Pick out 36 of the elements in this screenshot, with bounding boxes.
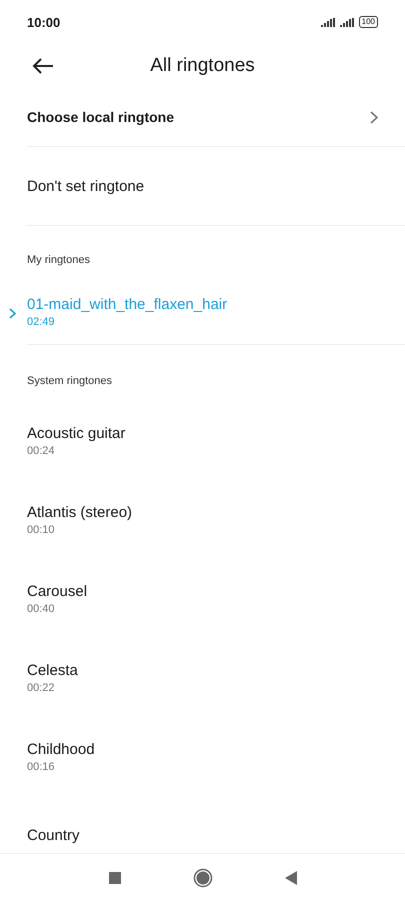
choose-local-ringtone-item[interactable]: Choose local ringtone (27, 88, 405, 147)
ringtone-item[interactable]: Acoustic guitar 00:24 (0, 401, 405, 480)
signal-icon (340, 18, 355, 26)
ringtone-duration: 00:10 (27, 524, 56, 536)
item-label: Don't set ringtone (27, 178, 144, 194)
list-item[interactable]: Don't set ringtone (27, 147, 405, 226)
ringtone-duration: 00:40 (27, 602, 56, 614)
home-button[interactable] (192, 868, 212, 888)
page-title: All ringtones (150, 55, 255, 77)
ringtone-item[interactable]: Country (0, 796, 405, 853)
section-header: System ringtones (26, 374, 113, 389)
battery-indicator: 100 (358, 16, 378, 28)
ringtone-name: Carousel (27, 582, 88, 600)
ringtone-duration: 00:24 (27, 444, 56, 456)
item-label: Choose local ringtone (27, 109, 174, 125)
signal-icon (320, 18, 336, 26)
section-header: My ringtones (26, 253, 91, 268)
ringtone-name: Atlantis (stereo) (27, 504, 134, 520)
ringtone-name: Country (27, 827, 81, 844)
recents-button[interactable] (108, 872, 120, 884)
ringtone-item[interactable]: Celesta 00:22 (0, 638, 405, 717)
ringtone-duration: 00:22 (27, 682, 56, 694)
back-nav-button[interactable] (284, 871, 296, 885)
chevron-icon (370, 110, 378, 124)
ringtone-name: Childhood (27, 740, 96, 758)
ringtone-item[interactable]: Carousel 00:40 (0, 559, 405, 638)
ringtone-name: Celesta (27, 662, 79, 678)
ringtone-name: Acoustic guitar (27, 424, 126, 442)
chevron-icon (9, 308, 16, 319)
ringtone-duration: 00:16 (27, 760, 56, 772)
ringtone-item[interactable]: Childhood 00:16 (0, 717, 405, 796)
ringtone-name: 01-maid_with_the_flaxen_hair (27, 296, 228, 313)
back-button[interactable] (31, 56, 55, 76)
ringtone-duration: 02:49 (27, 316, 56, 328)
status-time: 10:00 (27, 14, 60, 30)
ringtone-item[interactable]: Atlantis (stereo) 00:10 (0, 480, 405, 559)
